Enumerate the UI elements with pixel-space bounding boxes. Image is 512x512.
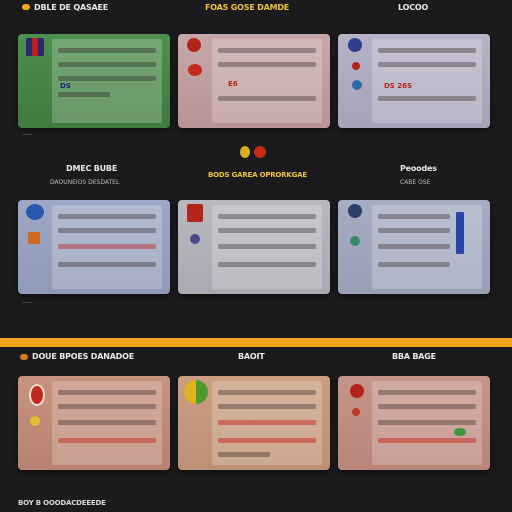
card-line — [378, 228, 450, 233]
card-1[interactable]: DS — [18, 34, 170, 128]
fruit-icon — [184, 380, 208, 404]
card-line — [58, 62, 156, 67]
card-line — [218, 244, 316, 249]
card-6[interactable] — [338, 200, 490, 294]
card-line — [218, 62, 316, 67]
card-line — [218, 48, 316, 53]
section2-col2-header: BODS GAREA OPRORKGAE — [208, 171, 307, 179]
avatar-icon — [348, 38, 362, 52]
badge-icon — [350, 384, 364, 398]
section1-col1-header: DBLE DE QASAEE — [34, 3, 109, 12]
card-line — [58, 438, 156, 443]
shield-icon — [26, 204, 44, 220]
app-icon — [350, 236, 360, 246]
card-line — [378, 262, 450, 267]
section1-col2-header: FOAS GOSE DAMDE — [205, 3, 290, 12]
card-line — [378, 96, 476, 101]
card-2[interactable]: E6 — [178, 34, 330, 128]
card-4[interactable] — [18, 200, 170, 294]
card-line — [58, 76, 156, 81]
lemon-icon — [30, 416, 40, 426]
section3-col2-header: BAOIT — [238, 352, 265, 361]
card-line — [218, 404, 316, 409]
section-divider-band — [0, 338, 512, 347]
section2-col1-header: DMEC BUBE — [66, 164, 118, 173]
card-tag: DS 26S — [384, 82, 413, 90]
card-line — [218, 214, 316, 219]
card-line — [58, 228, 156, 233]
section3-col1-bullet — [20, 354, 28, 360]
pin-icon — [348, 204, 362, 218]
card-8[interactable] — [178, 376, 330, 470]
app-icon — [352, 80, 362, 90]
card-line — [378, 214, 450, 219]
section2-col3-sub: CABE OSE — [400, 179, 431, 186]
leaf-icon — [454, 428, 466, 436]
app-icon — [28, 232, 40, 244]
flag-icon — [187, 204, 203, 222]
card-line — [218, 390, 316, 395]
app-icon — [352, 62, 360, 70]
card-line — [218, 438, 316, 443]
card-line — [378, 438, 476, 443]
card-line — [218, 452, 270, 457]
card-5[interactable] — [178, 200, 330, 294]
footer-text: BOY B OOODACDEEEDE — [18, 499, 106, 507]
card-line — [378, 244, 450, 249]
card-line — [58, 404, 156, 409]
card-line — [218, 228, 316, 233]
card-line — [378, 48, 476, 53]
card-footer: —— — [22, 132, 32, 138]
card-footer: —— — [22, 300, 32, 306]
card-7[interactable] — [18, 376, 170, 470]
card-line — [218, 420, 316, 425]
card-line — [378, 390, 476, 395]
card-line — [58, 390, 156, 395]
section1-col3-header: LOCOO — [398, 3, 429, 12]
section3-col1-header: DOUE BPOES DANADOE — [32, 352, 134, 361]
oval-icon — [29, 384, 45, 406]
card-line — [58, 244, 156, 249]
card-line — [58, 420, 156, 425]
card-3[interactable]: DS 26S — [338, 34, 490, 128]
card-line — [218, 262, 316, 267]
card-9[interactable] — [338, 376, 490, 470]
scrollbar[interactable] — [456, 212, 464, 254]
heart-icon — [188, 64, 202, 76]
card-line — [218, 96, 316, 101]
card-line — [378, 420, 476, 425]
section1-col1-bullet — [22, 4, 30, 10]
card-line — [58, 92, 110, 97]
flag-icon — [26, 38, 44, 56]
badge-icon — [187, 38, 201, 52]
card-line — [378, 62, 476, 67]
badge-icon — [190, 234, 200, 244]
card-tag: DS — [60, 82, 71, 90]
card-line — [378, 404, 476, 409]
app-icon — [352, 408, 360, 416]
pepper-icon — [240, 146, 250, 158]
section3-col3-header: BBA BAGE — [392, 352, 436, 361]
section2-col1-sub: DAOUNEIOS DESDATEL — [50, 179, 120, 186]
card-line — [58, 48, 156, 53]
section2-col3-header: Peoodes — [400, 164, 437, 173]
card-line — [58, 214, 156, 219]
card-line — [58, 262, 156, 267]
heart-icon — [254, 146, 266, 158]
card-tag: E6 — [228, 80, 238, 88]
